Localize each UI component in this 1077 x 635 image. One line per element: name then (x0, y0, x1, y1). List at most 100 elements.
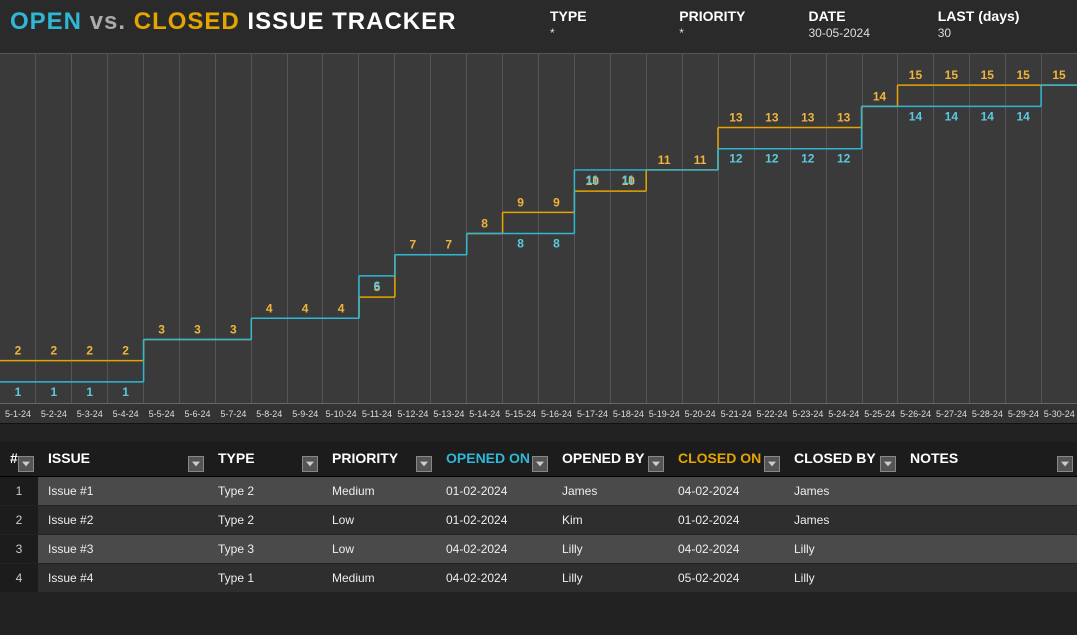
table-cell: Type 2 (208, 506, 322, 535)
xaxis-tick: 5-3-24 (72, 404, 108, 423)
closed-value-label: 2 (51, 344, 58, 358)
table-cell: Lilly (552, 535, 668, 564)
table-row[interactable]: 4Issue #4Type 1Medium04-02-2024Lilly05-0… (0, 564, 1077, 593)
closed-value-label: 3 (158, 323, 165, 337)
closed-value-label: 4 (266, 301, 273, 315)
filter-issue[interactable] (188, 456, 204, 472)
open-value-label: 14 (1016, 109, 1030, 123)
xaxis-tick: 5-30-24 (1041, 404, 1077, 423)
open-value-label: 12 (765, 152, 779, 166)
table-cell: Type 2 (208, 477, 322, 506)
table-cell: 4 (0, 564, 38, 593)
closed-value-label: 15 (1016, 68, 1030, 82)
filter-opened-on[interactable] (532, 456, 548, 472)
col-priority: PRIORITY (322, 442, 436, 477)
table-cell: Lilly (784, 564, 900, 593)
col-type: TYPE (208, 442, 322, 477)
table-header-row: # ISSUE TYPE PRIORITY OPENED ON OPENED B… (0, 442, 1077, 477)
closed-value-label: 7 (410, 238, 417, 252)
closed-value-label: 15 (945, 68, 959, 82)
spacer (0, 424, 1077, 442)
table-cell: 3 (0, 535, 38, 564)
table-cell: Type 3 (208, 535, 322, 564)
table-row[interactable]: 3Issue #3Type 3Low04-02-2024Lilly04-02-2… (0, 535, 1077, 564)
xaxis-tick: 5-12-24 (395, 404, 431, 423)
xaxis-tick: 5-4-24 (108, 404, 144, 423)
closed-value-label: 4 (338, 301, 345, 315)
table-cell (900, 564, 1077, 593)
table-cell: 05-02-2024 (668, 564, 784, 593)
closed-value-label: 3 (194, 323, 201, 337)
col-closed-by: CLOSED BY (784, 442, 900, 477)
xaxis-tick: 5-22-24 (754, 404, 790, 423)
header: OPEN vs. CLOSED ISSUE TRACKER TYPE * PRI… (0, 0, 1077, 54)
open-value-label: 14 (909, 109, 923, 123)
closed-value-label: 11 (694, 153, 707, 167)
meta-type: TYPE * (550, 8, 679, 40)
open-value-label: 11 (586, 173, 599, 187)
open-value-label: 12 (729, 152, 743, 166)
closed-value-label: 11 (658, 153, 671, 167)
open-value-label: 6 (374, 279, 381, 293)
col-opened-by-label: OPENED BY (562, 450, 644, 466)
table-cell: Kim (552, 506, 668, 535)
table-cell: Issue #3 (38, 535, 208, 564)
filter-notes[interactable] (1057, 456, 1073, 472)
xaxis-tick: 5-14-24 (467, 404, 503, 423)
chart-xaxis: 5-1-245-2-245-3-245-4-245-5-245-6-245-7-… (0, 403, 1077, 423)
meta-date-value[interactable]: 30-05-2024 (809, 26, 938, 40)
xaxis-tick: 5-7-24 (215, 404, 251, 423)
table-cell (900, 535, 1077, 564)
xaxis-tick: 5-21-24 (718, 404, 754, 423)
table-cell: Medium (322, 564, 436, 593)
col-closed-on: CLOSED ON (668, 442, 784, 477)
meta-priority-value[interactable]: * (679, 26, 808, 40)
closed-value-label: 15 (981, 68, 995, 82)
page-title: OPEN vs. CLOSED ISSUE TRACKER (10, 8, 550, 36)
table-row[interactable]: 2Issue #2Type 2Low01-02-2024Kim01-02-202… (0, 506, 1077, 535)
table-cell (900, 477, 1077, 506)
table-cell: 04-02-2024 (436, 535, 552, 564)
title-vs: vs. (90, 8, 126, 35)
xaxis-tick: 5-28-24 (969, 404, 1005, 423)
xaxis-tick: 5-9-24 (287, 404, 323, 423)
filter-opened-by[interactable] (648, 456, 664, 472)
open-value-label: 14 (945, 109, 959, 123)
col-issue-label: ISSUE (48, 450, 90, 466)
table-cell: James (784, 506, 900, 535)
table-row[interactable]: 1Issue #1Type 2Medium01-02-2024James04-0… (0, 477, 1077, 506)
col-opened-by: OPENED BY (552, 442, 668, 477)
xaxis-tick: 5-25-24 (862, 404, 898, 423)
col-issue: ISSUE (38, 442, 208, 477)
table-cell: 04-02-2024 (436, 564, 552, 593)
closed-value-label: 13 (729, 111, 743, 125)
issue-table-wrap: # ISSUE TYPE PRIORITY OPENED ON OPENED B… (0, 442, 1077, 635)
table-cell: Lilly (552, 564, 668, 593)
filter-type[interactable] (302, 456, 318, 472)
xaxis-tick: 5-17-24 (575, 404, 611, 423)
table-cell: Issue #1 (38, 477, 208, 506)
xaxis-tick: 5-24-24 (826, 404, 862, 423)
filter-num[interactable] (18, 456, 34, 472)
meta-type-value[interactable]: * (550, 26, 679, 40)
open-value-label: 1 (86, 385, 93, 399)
filter-priority[interactable] (416, 456, 432, 472)
xaxis-tick: 5-2-24 (36, 404, 72, 423)
filter-closed-by[interactable] (880, 456, 896, 472)
filter-closed-on[interactable] (764, 456, 780, 472)
chart: 2222333444577899101011111313131314151515… (0, 54, 1077, 424)
issue-table: # ISSUE TYPE PRIORITY OPENED ON OPENED B… (0, 442, 1077, 593)
closed-value-label: 8 (481, 217, 488, 231)
table-cell: 01-02-2024 (668, 506, 784, 535)
table-cell: 04-02-2024 (668, 477, 784, 506)
table-cell: 04-02-2024 (668, 535, 784, 564)
xaxis-tick: 5-20-24 (682, 404, 718, 423)
meta-last-value[interactable]: 30 (938, 26, 1067, 40)
meta-type-label: TYPE (550, 8, 679, 24)
open-value-label: 14 (981, 109, 995, 123)
closed-value-label: 13 (801, 111, 815, 125)
xaxis-tick: 5-16-24 (539, 404, 575, 423)
closed-value-label: 2 (86, 344, 93, 358)
meta-group: TYPE * PRIORITY * DATE 30-05-2024 LAST (… (550, 8, 1067, 40)
closed-value-label: 15 (909, 68, 923, 82)
